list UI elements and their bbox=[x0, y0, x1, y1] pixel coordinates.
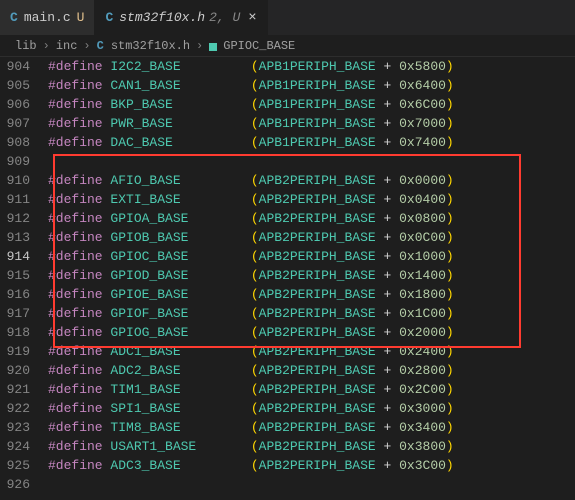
code-line[interactable]: 908#define DAC_BASE (APB1PERIPH_BASE + 0… bbox=[0, 133, 575, 152]
line-number: 921 bbox=[0, 380, 48, 399]
line-number: 922 bbox=[0, 399, 48, 418]
code-line[interactable]: 909 bbox=[0, 152, 575, 171]
code-content: #define CAN1_BASE (APB1PERIPH_BASE + 0x6… bbox=[48, 76, 575, 95]
line-number: 917 bbox=[0, 304, 48, 323]
code-content: #define BKP_BASE (APB1PERIPH_BASE + 0x6C… bbox=[48, 95, 575, 114]
line-number: 924 bbox=[0, 437, 48, 456]
code-line[interactable]: 916#define GPIOE_BASE (APB2PERIPH_BASE +… bbox=[0, 285, 575, 304]
breadcrumb-item[interactable]: inc bbox=[56, 39, 78, 53]
code-content: #define GPIOB_BASE (APB2PERIPH_BASE + 0x… bbox=[48, 228, 575, 247]
line-number: 913 bbox=[0, 228, 48, 247]
c-file-icon: C bbox=[10, 10, 18, 25]
tab-label: stm32f10x.h bbox=[119, 10, 205, 25]
line-number: 926 bbox=[0, 475, 48, 494]
chevron-right-icon: › bbox=[43, 39, 50, 53]
code-content: #define EXTI_BASE (APB2PERIPH_BASE + 0x0… bbox=[48, 190, 575, 209]
code-line[interactable]: 918#define GPIOG_BASE (APB2PERIPH_BASE +… bbox=[0, 323, 575, 342]
line-number: 918 bbox=[0, 323, 48, 342]
code-content: #define GPIOG_BASE (APB2PERIPH_BASE + 0x… bbox=[48, 323, 575, 342]
code-line[interactable]: 922#define SPI1_BASE (APB2PERIPH_BASE + … bbox=[0, 399, 575, 418]
breadcrumb-symbol[interactable]: GPIOC_BASE bbox=[223, 39, 295, 53]
tab-bar: Cmain.c U Cstm32f10x.h 2, U × bbox=[0, 0, 575, 35]
code-line[interactable]: 905#define CAN1_BASE (APB1PERIPH_BASE + … bbox=[0, 76, 575, 95]
code-line[interactable]: 914#define GPIOC_BASE (APB2PERIPH_BASE +… bbox=[0, 247, 575, 266]
line-number: 916 bbox=[0, 285, 48, 304]
close-icon[interactable]: × bbox=[248, 10, 256, 26]
code-line[interactable]: 915#define GPIOD_BASE (APB2PERIPH_BASE +… bbox=[0, 266, 575, 285]
line-number: 910 bbox=[0, 171, 48, 190]
line-number: 915 bbox=[0, 266, 48, 285]
code-content: #define DAC_BASE (APB1PERIPH_BASE + 0x74… bbox=[48, 133, 575, 152]
code-line[interactable]: 904#define I2C2_BASE (APB1PERIPH_BASE + … bbox=[0, 57, 575, 76]
code-content bbox=[48, 152, 575, 171]
code-content: #define TIM1_BASE (APB2PERIPH_BASE + 0x2… bbox=[48, 380, 575, 399]
code-content: #define ADC2_BASE (APB2PERIPH_BASE + 0x2… bbox=[48, 361, 575, 380]
code-line[interactable]: 921#define TIM1_BASE (APB2PERIPH_BASE + … bbox=[0, 380, 575, 399]
code-content: #define USART1_BASE (APB2PERIPH_BASE + 0… bbox=[48, 437, 575, 456]
code-line[interactable]: 910#define AFIO_BASE (APB2PERIPH_BASE + … bbox=[0, 171, 575, 190]
line-number: 904 bbox=[0, 57, 48, 76]
tab[interactable]: Cstm32f10x.h 2, U × bbox=[95, 0, 267, 35]
chevron-right-icon: › bbox=[83, 39, 90, 53]
tab-modified-badge: U bbox=[77, 10, 85, 25]
tab-suffix: 2, U bbox=[209, 10, 240, 25]
code-content: #define ADC3_BASE (APB2PERIPH_BASE + 0x3… bbox=[48, 456, 575, 475]
define-icon bbox=[209, 43, 217, 51]
code-line[interactable]: 925#define ADC3_BASE (APB2PERIPH_BASE + … bbox=[0, 456, 575, 475]
code-line[interactable]: 926 bbox=[0, 475, 575, 494]
code-line[interactable]: 917#define GPIOF_BASE (APB2PERIPH_BASE +… bbox=[0, 304, 575, 323]
c-file-icon: C bbox=[97, 39, 104, 53]
line-number: 911 bbox=[0, 190, 48, 209]
code-line[interactable]: 919#define ADC1_BASE (APB2PERIPH_BASE + … bbox=[0, 342, 575, 361]
code-line[interactable]: 924#define USART1_BASE (APB2PERIPH_BASE … bbox=[0, 437, 575, 456]
line-number: 923 bbox=[0, 418, 48, 437]
code-content: #define PWR_BASE (APB1PERIPH_BASE + 0x70… bbox=[48, 114, 575, 133]
code-content bbox=[48, 475, 575, 494]
breadcrumb-item[interactable]: lib bbox=[15, 39, 37, 53]
code-content: #define SPI1_BASE (APB2PERIPH_BASE + 0x3… bbox=[48, 399, 575, 418]
tab[interactable]: Cmain.c U bbox=[0, 0, 95, 35]
line-number: 925 bbox=[0, 456, 48, 475]
code-line[interactable]: 920#define ADC2_BASE (APB2PERIPH_BASE + … bbox=[0, 361, 575, 380]
code-line[interactable]: 906#define BKP_BASE (APB1PERIPH_BASE + 0… bbox=[0, 95, 575, 114]
code-line[interactable]: 923#define TIM8_BASE (APB2PERIPH_BASE + … bbox=[0, 418, 575, 437]
line-number: 914 bbox=[0, 247, 48, 266]
code-content: #define GPIOA_BASE (APB2PERIPH_BASE + 0x… bbox=[48, 209, 575, 228]
chevron-right-icon: › bbox=[196, 39, 203, 53]
code-content: #define AFIO_BASE (APB2PERIPH_BASE + 0x0… bbox=[48, 171, 575, 190]
code-line[interactable]: 907#define PWR_BASE (APB1PERIPH_BASE + 0… bbox=[0, 114, 575, 133]
line-number: 920 bbox=[0, 361, 48, 380]
code-line[interactable]: 911#define EXTI_BASE (APB2PERIPH_BASE + … bbox=[0, 190, 575, 209]
line-number: 909 bbox=[0, 152, 48, 171]
c-file-icon: C bbox=[105, 10, 113, 25]
code-editor[interactable]: 904#define I2C2_BASE (APB1PERIPH_BASE + … bbox=[0, 57, 575, 500]
line-number: 905 bbox=[0, 76, 48, 95]
line-number: 906 bbox=[0, 95, 48, 114]
code-content: #define GPIOF_BASE (APB2PERIPH_BASE + 0x… bbox=[48, 304, 575, 323]
line-number: 912 bbox=[0, 209, 48, 228]
code-content: #define GPIOE_BASE (APB2PERIPH_BASE + 0x… bbox=[48, 285, 575, 304]
line-number: 907 bbox=[0, 114, 48, 133]
code-content: #define I2C2_BASE (APB1PERIPH_BASE + 0x5… bbox=[48, 57, 575, 76]
line-number: 919 bbox=[0, 342, 48, 361]
line-number: 908 bbox=[0, 133, 48, 152]
code-line[interactable]: 912#define GPIOA_BASE (APB2PERIPH_BASE +… bbox=[0, 209, 575, 228]
breadcrumb[interactable]: lib › inc › C stm32f10x.h › GPIOC_BASE bbox=[0, 35, 575, 57]
breadcrumb-item[interactable]: stm32f10x.h bbox=[111, 39, 190, 53]
tab-label: main.c bbox=[24, 10, 71, 25]
code-content: #define GPIOC_BASE (APB2PERIPH_BASE + 0x… bbox=[48, 247, 575, 266]
code-content: #define TIM8_BASE (APB2PERIPH_BASE + 0x3… bbox=[48, 418, 575, 437]
code-content: #define GPIOD_BASE (APB2PERIPH_BASE + 0x… bbox=[48, 266, 575, 285]
code-content: #define ADC1_BASE (APB2PERIPH_BASE + 0x2… bbox=[48, 342, 575, 361]
code-line[interactable]: 913#define GPIOB_BASE (APB2PERIPH_BASE +… bbox=[0, 228, 575, 247]
